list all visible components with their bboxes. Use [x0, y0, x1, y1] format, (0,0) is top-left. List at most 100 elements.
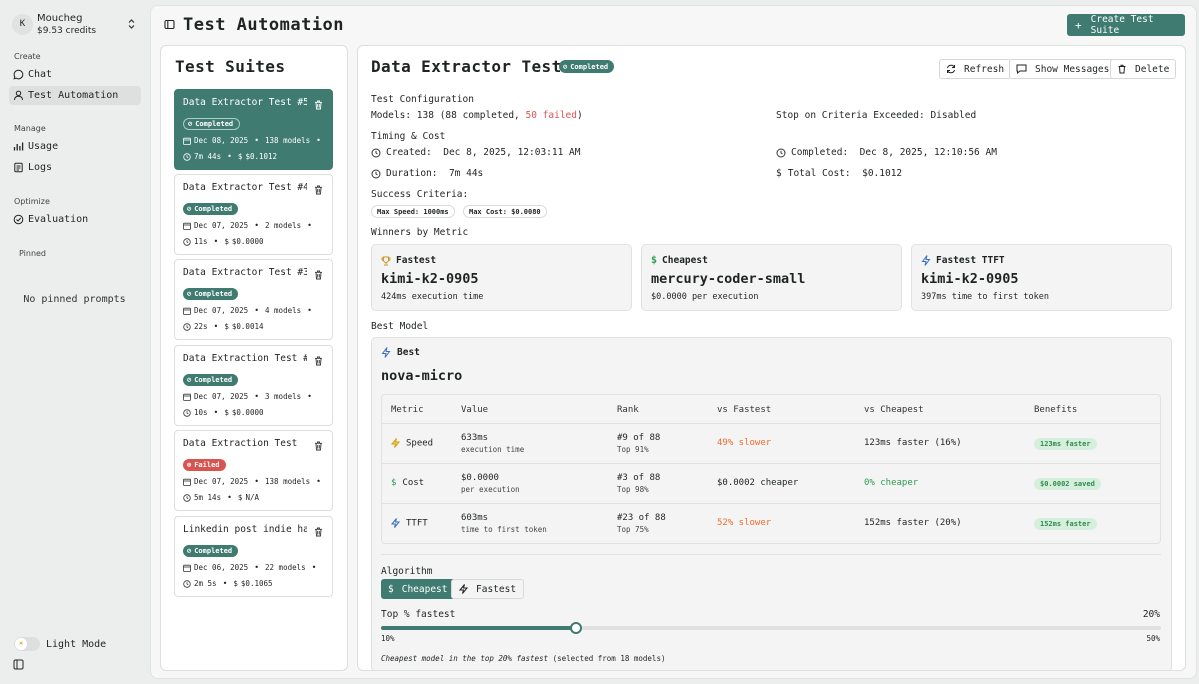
suite-card[interactable]: Data Extraction Test ⊗ Failed Dec 07, 2025 •…	[174, 430, 333, 511]
suite-cost: $0.1012	[245, 152, 278, 161]
zap-icon	[391, 438, 400, 449]
suite-duration: 7m 44s	[194, 152, 222, 161]
winner-model: mercury-coder-small	[651, 271, 806, 287]
suite-models: 138 models	[265, 477, 311, 486]
suite-card[interactable]: Linkedin post indie hacker ⊘Completed Dec …	[174, 516, 333, 597]
winner-heading-label: Fastest TTFT	[936, 255, 1005, 266]
check-circle-icon: ⊘	[563, 62, 568, 71]
status-label: Failed	[194, 461, 220, 469]
trash-icon[interactable]	[314, 441, 323, 451]
algorithm-fastest-button[interactable]: Fastest	[451, 579, 525, 599]
total-cost-value: $0.1012	[862, 168, 903, 179]
suite-date: Dec 07, 2025	[194, 477, 249, 486]
bullet: •	[254, 392, 260, 401]
theme-toggle[interactable]: ☀ Light Mode	[14, 637, 106, 651]
vs-cheapest-cell: 0% cheaper	[864, 478, 919, 488]
best-heading: Best	[381, 347, 420, 358]
suite-meta-date: Dec 07, 2025 • 3 models •	[183, 392, 318, 401]
check-circle-icon: ⊘	[187, 290, 192, 298]
vs-fastest-cell: $0.0002 cheaper	[717, 478, 799, 488]
suite-card[interactable]: Data Extractor Test #4 ⊘ Completed Dec 07, …	[174, 174, 333, 255]
metric-cell: TTFT	[391, 518, 428, 529]
trash-icon[interactable]	[314, 527, 323, 537]
criteria-label: Success Criteria:	[371, 189, 469, 200]
sidebar-toggle-icon[interactable]	[13, 659, 24, 670]
suite-card[interactable]: Data Extractor Test #5 ⊘ Completed Dec 08, …	[174, 89, 333, 170]
value-cell: 603ms time to first token	[461, 513, 547, 534]
clock-icon	[183, 408, 191, 417]
refresh-button[interactable]: Refresh	[939, 59, 1012, 79]
trash-icon[interactable]	[314, 356, 323, 366]
sidebar-item-test-automation[interactable]: Test Automation	[9, 86, 141, 105]
models-close: )	[576, 110, 583, 121]
suite-name: Data Extraction Test	[183, 438, 298, 449]
bullet: •	[311, 563, 317, 572]
clock-icon	[183, 579, 191, 588]
toggle-switch[interactable]: ☀	[14, 637, 40, 651]
slider-thumb[interactable]	[570, 622, 582, 634]
note-rest: (selected from 18 models)	[552, 654, 666, 663]
suite-meta-duration: 2m 5s • $ $0.1065	[183, 579, 273, 588]
bullet: •	[213, 408, 219, 417]
suite-date: Dec 07, 2025	[194, 306, 249, 315]
sidebar-item-evaluation[interactable]: Evaluation	[9, 210, 141, 229]
table-row: $ Cost $0.0000 per execution #3 of 88 Top 98%…	[382, 463, 1160, 503]
winner-card: Fastest kimi-k2-0905 424ms execution time	[371, 244, 632, 311]
algorithm-cheapest-button[interactable]: $ Cheapest	[381, 579, 455, 599]
top-percent-slider[interactable]	[381, 622, 1161, 634]
benefit-badge: 152ms faster	[1034, 518, 1097, 530]
status-label: Completed	[194, 376, 233, 384]
panel-icon[interactable]	[164, 19, 175, 30]
create-test-suite-button[interactable]: + Create Test Suite	[1067, 14, 1185, 36]
suite-card[interactable]: Data Extractor Test #3 ⊘ Completed Dec 07, …	[174, 259, 333, 340]
duration-row: Duration: 7m 44s	[371, 168, 483, 179]
chevron-up-down-icon	[127, 18, 136, 30]
suite-models: 2 models	[265, 221, 302, 230]
dollar-icon: $	[776, 168, 782, 179]
suite-duration: 10s	[194, 408, 208, 417]
status-badge: ⊘ Completed	[183, 203, 239, 215]
suite-card[interactable]: Data Extraction Test #2 ⊘ Completed Dec 07,…	[174, 345, 333, 426]
value-sub: execution time	[461, 445, 525, 454]
sidebar-item-chat[interactable]: Chat	[9, 65, 141, 84]
clock-icon	[371, 148, 381, 158]
best-model-card: Best nova-micro Metric Value Rank vs Fas…	[371, 337, 1172, 670]
sidebar-item-usage[interactable]: Usage	[9, 137, 141, 156]
col-header: vs Fastest	[717, 405, 772, 415]
suite-meta-date: Dec 07, 2025 • 2 models •	[183, 221, 318, 230]
dollar-icon: $	[224, 408, 229, 417]
suite-meta-date: Dec 06, 2025 • 22 models •	[183, 563, 322, 572]
bullet: •	[307, 392, 312, 401]
calendar-icon	[183, 393, 191, 401]
bullet: •	[222, 579, 228, 588]
dollar-icon: $	[224, 237, 229, 246]
dollar-icon: $	[651, 255, 658, 266]
rank-cell: #23 of 88 Top 75%	[617, 513, 666, 534]
status-badge: ⊘ Completed	[183, 118, 241, 130]
suite-name: Data Extractor Test #3	[183, 267, 307, 278]
bullet: •	[254, 477, 260, 486]
flask-icon	[13, 90, 24, 101]
bullet: •	[254, 221, 260, 230]
total-cost-row: $ Total Cost: $0.1012	[776, 168, 902, 179]
top-percent-label: Top % fastest	[381, 609, 456, 620]
col-header: vs Cheapest	[864, 405, 924, 415]
bullet: •	[307, 221, 312, 230]
trash-icon[interactable]	[314, 270, 323, 280]
suite-meta-duration: 11s • $ $0.0000	[183, 237, 264, 246]
show-messages-button[interactable]: Show Messages	[1009, 59, 1117, 79]
value-main: $0.0000	[461, 473, 499, 483]
completed-label: Completed:	[791, 147, 849, 158]
timing-label: Timing & Cost	[371, 131, 446, 142]
suite-models: 22 models	[265, 563, 306, 572]
calendar-icon	[183, 564, 191, 572]
suite-meta-date: Dec 07, 2025 • 4 models •	[183, 306, 318, 315]
delete-button[interactable]: Delete	[1110, 59, 1177, 79]
sidebar-item-logs[interactable]: Logs	[9, 158, 141, 177]
trash-icon[interactable]	[314, 185, 323, 195]
account-switcher[interactable]: K Moucheg $9.53 credits	[12, 12, 138, 38]
status-label: Completed	[570, 62, 609, 71]
winner-heading: Fastest	[381, 255, 436, 266]
suite-date: Dec 07, 2025	[194, 221, 249, 230]
trash-icon[interactable]	[314, 100, 323, 110]
